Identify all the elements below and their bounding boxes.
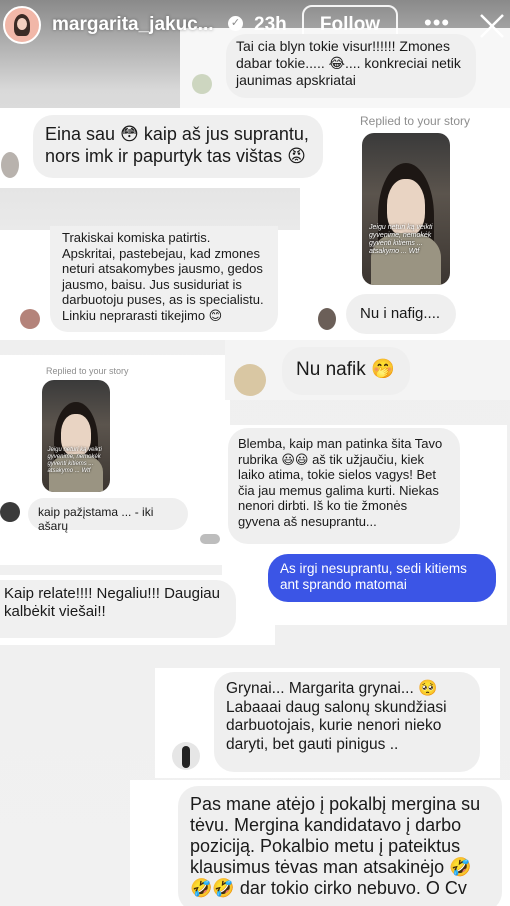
sender-avatar [172,742,200,770]
sender-avatar [192,74,212,94]
timestamp: 23h [254,14,287,35]
message-text: kaip pažįstama ... - iki ašarų [38,505,154,534]
message-text: Eina sau 😳 kaip aš jus suprantu, nors im… [45,124,309,166]
message-text: As irgi nesuprantu, sedi kitiems ant spr… [280,561,467,593]
more-icon[interactable]: ••• [424,10,450,36]
message-text: Pas mane atėjo į pokalbį mergina su tėvu… [190,794,481,899]
message-text: Kaip relate!!!! Negaliu!!! Daugiau kalbė… [4,585,220,620]
message-bubble: Nu nafik 🤭 [282,347,410,395]
message-bubble: Tai cia blyn tokie visur!!!!!! Zmones da… [226,34,476,98]
replied-label: Replied to your story [46,366,129,376]
message-bubble-sent: As irgi nesuprantu, sedi kitiems ant spr… [268,554,496,602]
sender-avatar [234,364,266,396]
message-text: Nu nafik 🤭 [296,359,395,380]
sender-avatar [200,534,220,544]
sender-avatar [318,308,336,330]
message-bubble: Eina sau 😳 kaip aš jus suprantu, nors im… [33,115,323,178]
message-text: Nu i nafig.... [360,305,441,322]
message-bubble: Grynai... Margarita grynai... 🥺 Labaaai … [214,672,480,772]
sender-avatar [0,502,20,522]
message-bubble: Trakiskai komiska patirtis. Apskritai, p… [50,226,278,332]
verified-badge-icon: ✓ [228,16,243,31]
close-icon[interactable] [478,12,506,40]
message-bubble: Pas mane atėjo į pokalbį mergina su tėvu… [178,786,502,906]
story-caption: Jeigu neturi ką veikti gyvenime, nemokėk… [369,224,433,256]
profile-avatar[interactable] [3,6,41,44]
message-text: Grynai... Margarita grynai... 🥺 Labaaai … [226,680,447,753]
story-caption: Jeigu neturi ką veikti gyvenime, nemokėk… [47,447,102,474]
username[interactable]: margarita_jakuc... [52,14,214,36]
message-text: Trakiskai komiska patirtis. Apskritai, p… [62,230,264,323]
message-text: Blemba, kaip man patinka šita Tavo rubri… [238,436,443,529]
collage-card [0,355,230,565]
message-bubble: Blemba, kaip man patinka šita Tavo rubri… [228,428,460,544]
sender-avatar [1,152,19,178]
story-screen: margarita_jakuc... ✓ 23h Follow ••• Tai … [0,0,510,906]
message-bubble: Nu i nafig.... [346,294,456,334]
story-thumbnail[interactable]: Jeigu neturi ką veikti gyvenime, nemokėk… [362,133,450,285]
replied-label: Replied to your story [360,114,471,128]
message-bubble: Kaip relate!!!! Negaliu!!! Daugiau kalbė… [0,580,236,638]
sender-avatar [20,309,40,329]
follow-label: Follow [319,14,381,35]
message-text: Tai cia blyn tokie visur!!!!!! Zmones da… [236,38,461,88]
message-bubble: kaip pažįstama ... - iki ašarų [28,498,188,534]
story-thumbnail[interactable]: Jeigu neturi ką veikti gyvenime, nemokėk… [42,380,110,492]
